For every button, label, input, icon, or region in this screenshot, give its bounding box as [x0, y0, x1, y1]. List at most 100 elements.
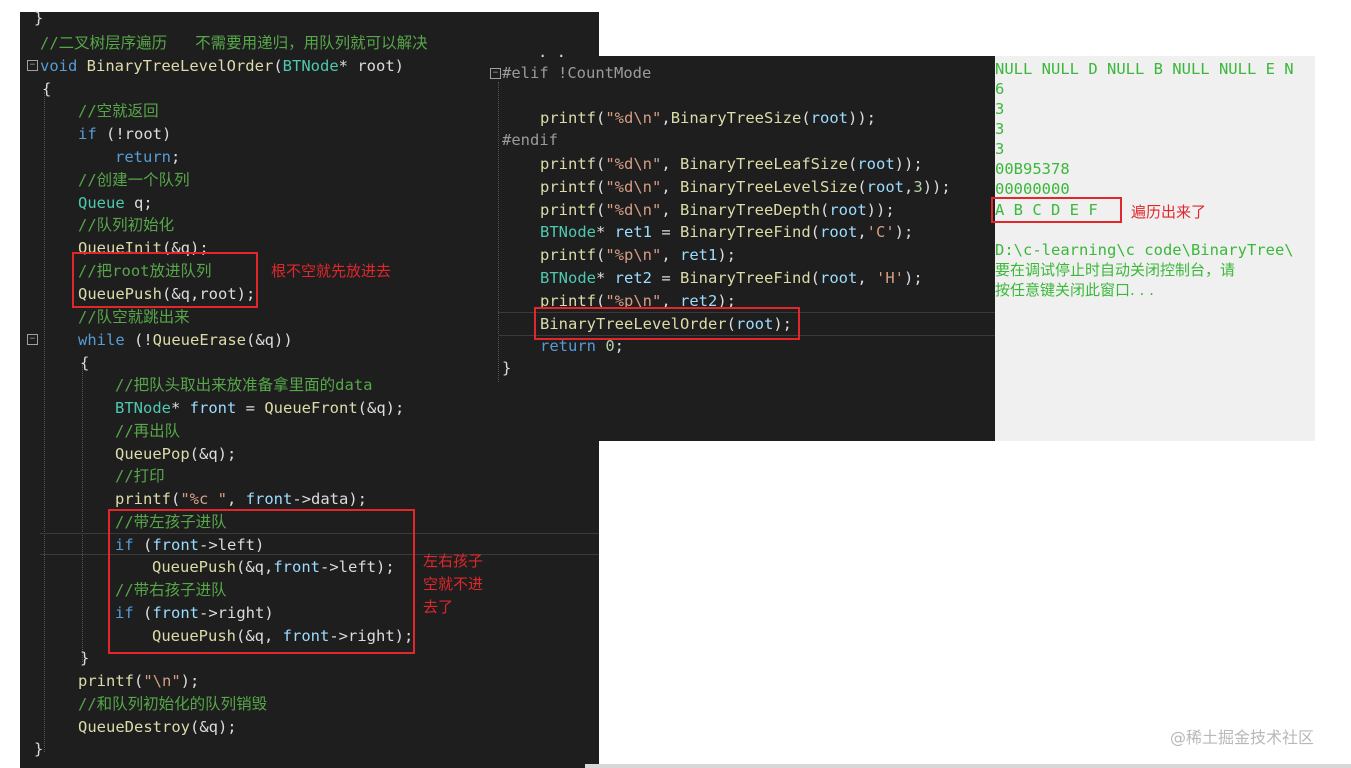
comment-pop: //再出队 — [115, 422, 181, 440]
format-string: "\n" — [143, 672, 181, 690]
type-btnode: BTNode — [282, 57, 339, 75]
annotation-children-1: 左右孩子 — [423, 552, 484, 570]
var-front: front — [273, 558, 320, 576]
args: (&q, — [236, 627, 283, 645]
paren: ( — [596, 246, 606, 264]
push-root-line: QueuePush(&q,root); — [78, 284, 255, 304]
semicolon: ; — [171, 148, 181, 166]
format-string: "%p\n" — [605, 246, 662, 264]
inner-close-brace: } — [80, 649, 90, 667]
levelsize-printf-line: printf("%d\n", BinaryTreeLevelSize(root,… — [540, 177, 951, 197]
format-string: "%d\n" — [605, 201, 662, 219]
elif-directive: #elif !CountMode — [502, 64, 652, 82]
return-line: return 0; — [540, 336, 624, 356]
args: (&q); — [189, 718, 237, 736]
condition: (!root) — [96, 125, 172, 143]
var-ret2: ret2 — [614, 269, 652, 287]
while-line: while (!QueueErase(&q)) — [78, 330, 293, 350]
var-front: front — [189, 399, 237, 417]
eq: = — [652, 269, 680, 287]
fn-queuepush: QueuePush — [152, 558, 236, 576]
fn-printf: printf — [78, 672, 134, 690]
comment-title: //二叉树层序遍历 不需要用递归，用队列就可以解决 — [40, 34, 428, 52]
console-message-line: 要在调试停止时自动关闭控制台，请 — [995, 261, 1236, 279]
sep: , — [857, 269, 876, 287]
while-close: (&q)) — [246, 331, 293, 349]
main-code-editor[interactable]: . . − #elif !CountMode printf("%d\n",Bin… — [490, 43, 995, 441]
paren: ( — [857, 178, 867, 196]
paren: ( — [801, 109, 811, 127]
depth-printf-line: printf("%d\n", BinaryTreeDepth(root)); — [540, 200, 895, 220]
comment-queue-empty: //队空就跳出来 — [78, 308, 190, 326]
args: (&q); — [357, 399, 405, 417]
console-output[interactable]: NULL NULL D NULL B NULL NULL E N 6 3 3 3… — [991, 56, 1315, 441]
var-root: root — [820, 269, 858, 287]
member: ->right) — [199, 604, 274, 622]
format-string: "%d\n" — [605, 109, 662, 127]
fn-printf: printf — [540, 178, 596, 196]
paren: ( — [596, 201, 606, 219]
star: * — [596, 223, 615, 241]
fn-queuefront: QueueFront — [264, 399, 358, 417]
star: * — [171, 399, 190, 417]
close: )); — [894, 155, 923, 173]
sep: , — [661, 178, 681, 196]
watermark: @稀土掘金技术社区 — [1170, 728, 1315, 747]
p1-printf-line: printf("%p\n", ret1); — [540, 245, 736, 265]
close: )); — [848, 109, 877, 127]
format-string: "%d\n" — [605, 178, 662, 196]
paren: ( — [171, 490, 181, 508]
args: (&q, — [236, 558, 274, 576]
var-root: root — [810, 109, 849, 127]
number: 0 — [596, 337, 615, 355]
comment-print: //打印 — [115, 467, 165, 485]
var-root: root — [735, 315, 774, 333]
member: ->right); — [329, 627, 414, 645]
console-line: 00B95378 — [995, 160, 1070, 178]
if-root-line: if (!root) — [78, 124, 171, 144]
param: * root) — [338, 57, 404, 75]
paren: ( — [134, 672, 144, 690]
sep: , — [857, 223, 867, 241]
pop-line: QueuePop(&q); — [115, 444, 236, 464]
sep: , — [661, 155, 681, 173]
annotation-root-push: 根不空就先放进去 — [271, 262, 392, 280]
if-left-line: if (front->left) — [115, 535, 264, 555]
paren: ( — [810, 223, 820, 241]
var-front: front — [152, 536, 200, 554]
collapse-icon[interactable]: − — [27, 60, 38, 71]
close: ); — [773, 315, 792, 333]
close: ); — [894, 223, 914, 241]
level-order-call-line: BinaryTreeLevelOrder(root); — [540, 314, 792, 334]
printf-newline-line: printf("\n"); — [78, 671, 199, 691]
function-signature: void BinaryTreeLevelOrder(BTNode* root) — [40, 56, 404, 76]
keyword-return: return — [540, 337, 596, 355]
comment-left-child: //带左孩子进队 — [115, 513, 227, 531]
var-ret1: ret1 — [680, 246, 718, 264]
number: 3 — [913, 178, 923, 196]
console-path-line: D:\c-learning\c code\BinaryTree\ — [995, 241, 1294, 259]
paren: ( — [133, 536, 153, 554]
args: (&q); — [189, 445, 237, 463]
type-btnode: BTNode — [540, 223, 596, 241]
type-btnode: BTNode — [540, 269, 596, 287]
bottom-divider — [585, 764, 1351, 768]
ret1-decl-line: BTNode* ret1 = BinaryTreeFind(root,'C'); — [540, 222, 913, 242]
fn-printf: printf — [115, 490, 171, 508]
collapse-icon[interactable]: − — [490, 68, 501, 79]
if-right-line: if (front->right) — [115, 603, 274, 623]
var-front: front — [282, 627, 330, 645]
format-string: "%d\n" — [605, 155, 662, 173]
close-brace: } — [502, 359, 512, 377]
comment-right-child: //带右孩子进队 — [115, 581, 227, 599]
keyword-if: if — [115, 604, 134, 622]
fn-binarytreedepth: BinaryTreeDepth — [680, 201, 820, 219]
fn-queuepop: QueuePop — [115, 445, 190, 463]
push-right-line: QueuePush(&q, front->right); — [152, 626, 413, 646]
paren: ( — [726, 315, 736, 333]
annotation-children-2: 空就不进 — [423, 575, 484, 593]
size-printf-line: printf("%d\n",BinaryTreeSize(root)); — [540, 108, 876, 128]
paren: ( — [810, 269, 820, 287]
collapse-icon[interactable]: − — [27, 334, 38, 345]
fn-printf: printf — [540, 155, 596, 173]
